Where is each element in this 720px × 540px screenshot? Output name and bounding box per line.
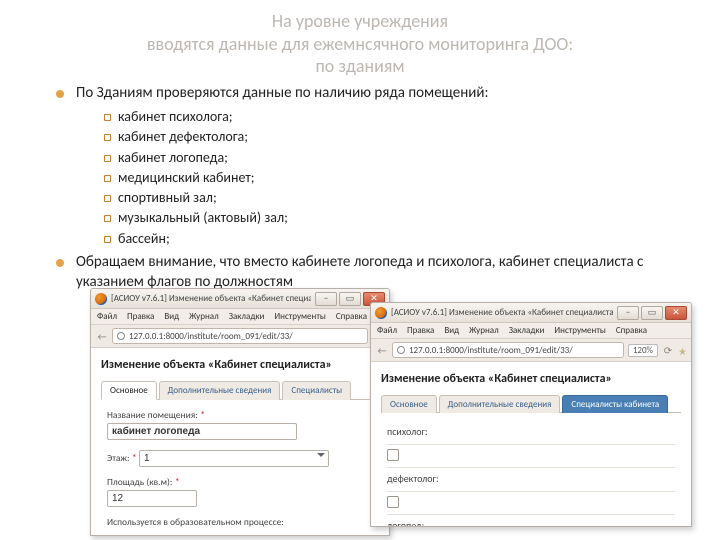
menu-item[interactable]: Правка [127,311,154,322]
menu-item[interactable]: Файл [377,325,397,336]
globe-icon [117,332,125,340]
title-line2: вводятся данные для ежемнсячного монитор… [147,33,573,55]
refresh-button[interactable]: ⟳ [662,344,674,356]
menu-item[interactable]: Файл [97,311,117,322]
titlebar: [АСИОУ v7.6.1] Изменение объекта «Кабине… [371,303,691,323]
urlbar: ← 127.0.0.1:8000/institute/room_091/edit… [91,325,389,348]
menu-item[interactable]: Справка [616,325,647,336]
bullet-1-text: По Зданиям проверяются данные по наличию… [76,84,488,102]
menu-item[interactable]: Закладки [509,325,545,336]
zoom-indicator[interactable]: 120% [628,344,658,357]
field-floor: Этаж: * [107,448,373,467]
sub-item: спортивный зал; [104,188,664,208]
menu-item[interactable]: Журнал [469,325,499,336]
form: Название помещения: * Этаж: * Площадь (к… [101,400,379,536]
close-button[interactable]: ✕ [665,306,687,320]
checkbox-defectologist[interactable] [387,496,399,508]
back-button[interactable]: ← [96,330,108,342]
slide-title: На уровне учреждения вводятся данные для… [0,0,720,84]
check-row: дефектолог: [387,468,675,492]
menu-item[interactable]: Справка [336,311,367,322]
tab-specialists[interactable]: Специалисты кабинета [562,395,668,413]
window-title: [АСИОУ v7.6.1] Изменение объекта «Кабине… [391,307,613,318]
menu-item[interactable]: Вид [444,325,459,336]
globe-icon [397,346,405,354]
chevron-down-icon [317,453,325,461]
maximize-button[interactable]: ▭ [641,306,663,320]
page-content: Изменение объекта «Кабинет специалиста» … [91,348,389,536]
check-row-box [387,492,675,515]
check-label: психолог: [387,425,428,438]
url-field[interactable]: 127.0.0.1:8000/institute/room_091/edit/3… [392,342,624,358]
page-heading: Изменение объекта «Кабинет специалиста» [101,358,379,372]
label-area: Площадь (кв.м): [107,476,172,488]
back-button[interactable]: ← [376,344,388,356]
tab-main[interactable]: Основное [101,381,157,400]
sub-item: кабинет дефектолога; [104,127,664,147]
urlbar: ← 127.0.0.1:8000/institute/room_091/edit… [371,339,691,362]
window-title: [АСИОУ v7.6.1] Изменение объекта «Кабине… [111,293,311,304]
tab-specialists[interactable]: Специалисты [282,381,351,400]
check-label: дефектолог: [387,472,439,485]
tabs: Основное Дополнительные сведения Специал… [101,380,379,400]
title-line3: по зданиям [315,55,404,77]
menubar: Файл Правка Вид Журнал Закладки Инструме… [371,323,691,339]
check-label: логопед: [387,519,424,527]
page-content: Изменение объекта «Кабинет специалиста» … [371,362,691,527]
label-floor: Этаж: [107,452,130,464]
url-text: 127.0.0.1:8000/institute/room_091/edit/3… [129,331,293,342]
check-row: психолог: [387,421,675,445]
menu-item[interactable]: Инструменты [554,325,605,336]
url-text: 127.0.0.1:8000/institute/room_091/edit/3… [409,345,573,356]
screenshots-area: [АСИОУ v7.6.1] Изменение объекта «Кабине… [90,288,690,538]
field-edu: Используется в образовательном процессе: [107,515,373,528]
check-row-box [387,445,675,468]
tab-main[interactable]: Основное [381,395,437,413]
tab-extra[interactable]: Дополнительные сведения [159,381,281,400]
minimize-button[interactable]: − [617,306,639,320]
firefox-icon [375,307,387,319]
required-marker: * [200,408,205,421]
specialists-checklist: психолог: дефектолог: логопед: [381,413,681,527]
checkbox-psychologist[interactable] [387,449,399,461]
tabs: Основное Дополнительные сведения Специал… [381,394,681,413]
menu-item[interactable]: Правка [407,325,434,336]
bullet-1: По Зданиям проверяются данные по наличию… [56,84,664,250]
slide-body: По Зданиям проверяются данные по наличию… [0,84,720,293]
menu-item[interactable]: Инструменты [274,311,325,322]
titlebar: [АСИОУ v7.6.1] Изменение объекта «Кабине… [91,289,389,309]
url-field[interactable]: 127.0.0.1:8000/institute/room_091/edit/3… [112,328,368,344]
menu-item[interactable]: Журнал [189,311,219,322]
bullet-2: Обращаем внимание, что вместо кабинете л… [56,253,664,292]
field-name: Название помещения: * [107,408,373,440]
field-area: Площадь (кв.м): * [107,475,373,507]
input-area[interactable] [107,490,197,507]
check-row: логопед: [387,515,675,527]
maximize-button[interactable]: ▭ [339,292,361,306]
label-edu: Используется в образовательном процессе: [107,516,284,528]
firefox-icon [95,293,107,305]
sub-item: музыкальный (актовый) зал; [104,208,664,228]
required-marker: * [132,451,137,464]
menu-item[interactable]: Закладки [229,311,265,322]
sub-item: кабинет психолога; [104,107,664,127]
sub-item: медицинский кабинет; [104,168,664,188]
tab-extra[interactable]: Дополнительные сведения [439,395,561,413]
select-floor[interactable] [139,450,329,467]
page-heading: Изменение объекта «Кабинет специалиста» [381,372,681,386]
title-line1: На уровне учреждения [272,10,448,32]
minimize-button[interactable]: − [315,292,337,306]
sub-item: кабинет логопеда; [104,148,664,168]
sub-list: кабинет психолога; кабинет дефектолога; … [76,107,664,249]
bookmark-icon[interactable]: ★ [678,345,686,355]
sub-item: бассейн; [104,229,664,249]
browser-window-left: [АСИОУ v7.6.1] Изменение объекта «Кабине… [90,288,390,536]
menu-item[interactable]: Вид [164,311,179,322]
input-name[interactable] [107,423,297,440]
required-marker: * [175,475,180,488]
menubar: Файл Правка Вид Журнал Закладки Инструме… [91,309,389,325]
browser-window-right: [АСИОУ v7.6.1] Изменение объекта «Кабине… [370,302,692,527]
label-name: Название помещения: [107,409,198,421]
